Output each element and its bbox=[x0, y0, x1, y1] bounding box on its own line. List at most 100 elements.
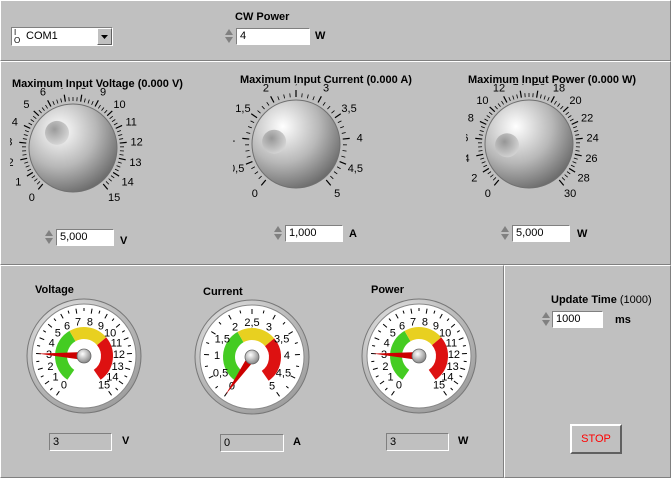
knob-minor-tick bbox=[277, 96, 280, 101]
com-port-selector[interactable]: IO COM1 bbox=[11, 27, 113, 46]
knob-major-tick bbox=[270, 96, 275, 103]
knob-major-tick bbox=[245, 161, 253, 165]
dropdown-arrow-icon[interactable] bbox=[97, 28, 112, 45]
knob-minor-tick bbox=[337, 120, 342, 124]
power-knob-input[interactable]: 5,000 bbox=[512, 225, 570, 242]
knob-minor-tick bbox=[119, 154, 124, 156]
knob-tick-label: 0 bbox=[29, 192, 35, 204]
knob-tick-label: 2 bbox=[10, 157, 14, 169]
knob-minor-tick bbox=[479, 130, 484, 132]
knob-tick-label: 30 bbox=[564, 188, 576, 200]
current-knob[interactable]: 0 0,5 1 1,5 2 2,5 3 3,5 4 4,5 5 bbox=[233, 84, 383, 214]
gauge-tick-label: 12 bbox=[113, 349, 125, 361]
knob-tick-label: 2,5 bbox=[288, 84, 303, 87]
knob-tick-label: 7 bbox=[60, 88, 66, 92]
gauge-tick-label: 3,5 bbox=[274, 333, 289, 345]
knob-tick-label: 4 bbox=[357, 132, 363, 144]
power-gauge: 0123456 7 8 9101112131415 bbox=[361, 298, 477, 414]
update-time-spinner-icon[interactable] bbox=[541, 310, 551, 328]
knob-tick-label: 6 bbox=[40, 88, 46, 98]
knob-minor-tick bbox=[567, 115, 572, 119]
gauge-tick-label: 0 bbox=[396, 380, 402, 392]
knob-minor-tick bbox=[564, 174, 568, 178]
knob-major-tick bbox=[317, 96, 322, 103]
knob-minor-tick bbox=[52, 101, 55, 106]
knob-minor-tick bbox=[539, 94, 542, 99]
knob-minor-tick bbox=[543, 95, 546, 100]
power-knob[interactable]: 024681012141618202224262830 bbox=[466, 84, 616, 214]
power-knob-spinner-icon[interactable] bbox=[500, 224, 510, 242]
knob-minor-tick bbox=[36, 181, 41, 185]
update-time-label-text: Update Time bbox=[551, 294, 617, 306]
knob-pointer bbox=[44, 120, 69, 145]
knob-minor-tick bbox=[570, 164, 575, 168]
knob-minor-tick bbox=[330, 175, 334, 180]
gauge-title-power: Power bbox=[371, 284, 405, 296]
knob-minor-tick bbox=[508, 97, 511, 102]
knob-minor-tick bbox=[557, 103, 561, 107]
gauge-tick-label: 15 bbox=[433, 380, 445, 392]
io-icon: IO bbox=[14, 28, 21, 45]
knob-tick-label: 4 bbox=[12, 116, 18, 128]
knob-minor-tick bbox=[22, 138, 27, 140]
knob-minor-tick bbox=[480, 157, 485, 160]
knob-minor-tick bbox=[572, 161, 577, 164]
current-knob-spinner-icon[interactable] bbox=[273, 224, 283, 242]
knob-minor-tick bbox=[573, 126, 578, 129]
knob-major-tick bbox=[339, 161, 347, 165]
gauge-title-current: Current bbox=[203, 286, 243, 298]
gauge-tick-label: 0,5 bbox=[213, 367, 228, 379]
voltage-knob-input[interactable]: 5,000 bbox=[56, 229, 114, 246]
current-knob-input[interactable]: 1,000 bbox=[285, 225, 343, 242]
gauge-hub bbox=[411, 348, 427, 364]
knob-tick-label: 1,5 bbox=[235, 103, 250, 115]
knob-minor-tick bbox=[565, 111, 570, 115]
knob-tick-label: 0 bbox=[252, 188, 258, 200]
voltage-knob[interactable]: 0123456789101112131415 bbox=[10, 88, 160, 218]
voltage-knob-unit: V bbox=[120, 235, 128, 247]
knob-minor-tick bbox=[98, 104, 101, 109]
knob-tick-label: 26 bbox=[585, 153, 597, 165]
gauge-minor-tick bbox=[462, 344, 466, 347]
knob-minor-tick bbox=[119, 138, 124, 140]
knob-major-tick bbox=[550, 96, 555, 103]
knob-major-tick bbox=[475, 137, 483, 140]
knob-minor-tick bbox=[560, 105, 564, 110]
update-time-input[interactable]: 1000 bbox=[552, 311, 603, 328]
knob-major-tick bbox=[574, 153, 582, 157]
knob-major-tick bbox=[19, 141, 27, 144]
knob-minor-tick bbox=[481, 161, 486, 164]
knob-minor-tick bbox=[336, 166, 341, 170]
cw-power-spinner-icon[interactable] bbox=[224, 27, 234, 45]
gauge-tick-label: 7 bbox=[410, 316, 416, 328]
knob-major-tick bbox=[94, 100, 99, 107]
knob-major-tick bbox=[119, 141, 127, 144]
knob-major-tick bbox=[242, 137, 250, 140]
knob-body[interactable] bbox=[28, 103, 118, 193]
knob-minor-tick bbox=[22, 154, 27, 156]
knob-major-tick bbox=[63, 94, 66, 102]
knob-major-tick bbox=[575, 137, 583, 140]
knob-major-tick bbox=[26, 171, 34, 177]
knob-tick-label: 2 bbox=[471, 172, 477, 184]
knob-minor-tick bbox=[87, 99, 90, 104]
knob-minor-tick bbox=[566, 171, 571, 175]
knob-minor-tick bbox=[488, 111, 493, 115]
knob-tick-label: 4,5 bbox=[348, 163, 363, 175]
cw-power-input[interactable]: 4 bbox=[236, 28, 310, 45]
knob-pointer bbox=[495, 133, 520, 158]
gauge-tick-label: 0 bbox=[61, 380, 67, 392]
knob-tick-label: 1 bbox=[15, 176, 21, 188]
knob-minor-tick bbox=[306, 94, 309, 99]
knob-minor-tick bbox=[261, 105, 265, 110]
knob-tick-label: 18 bbox=[553, 84, 565, 94]
knob-major-tick bbox=[489, 106, 496, 113]
knob-tick-label: 0 bbox=[485, 188, 491, 200]
voltage-knob-spinner-icon[interactable] bbox=[44, 228, 54, 246]
stop-button[interactable]: STOP bbox=[570, 424, 622, 454]
knob-major-tick bbox=[493, 179, 500, 186]
knob-minor-tick bbox=[490, 174, 494, 178]
knob-tick-label: 6 bbox=[466, 132, 468, 144]
voltage-indicator: 3 bbox=[49, 433, 112, 451]
gauge-tick-label: 4 bbox=[49, 338, 55, 350]
